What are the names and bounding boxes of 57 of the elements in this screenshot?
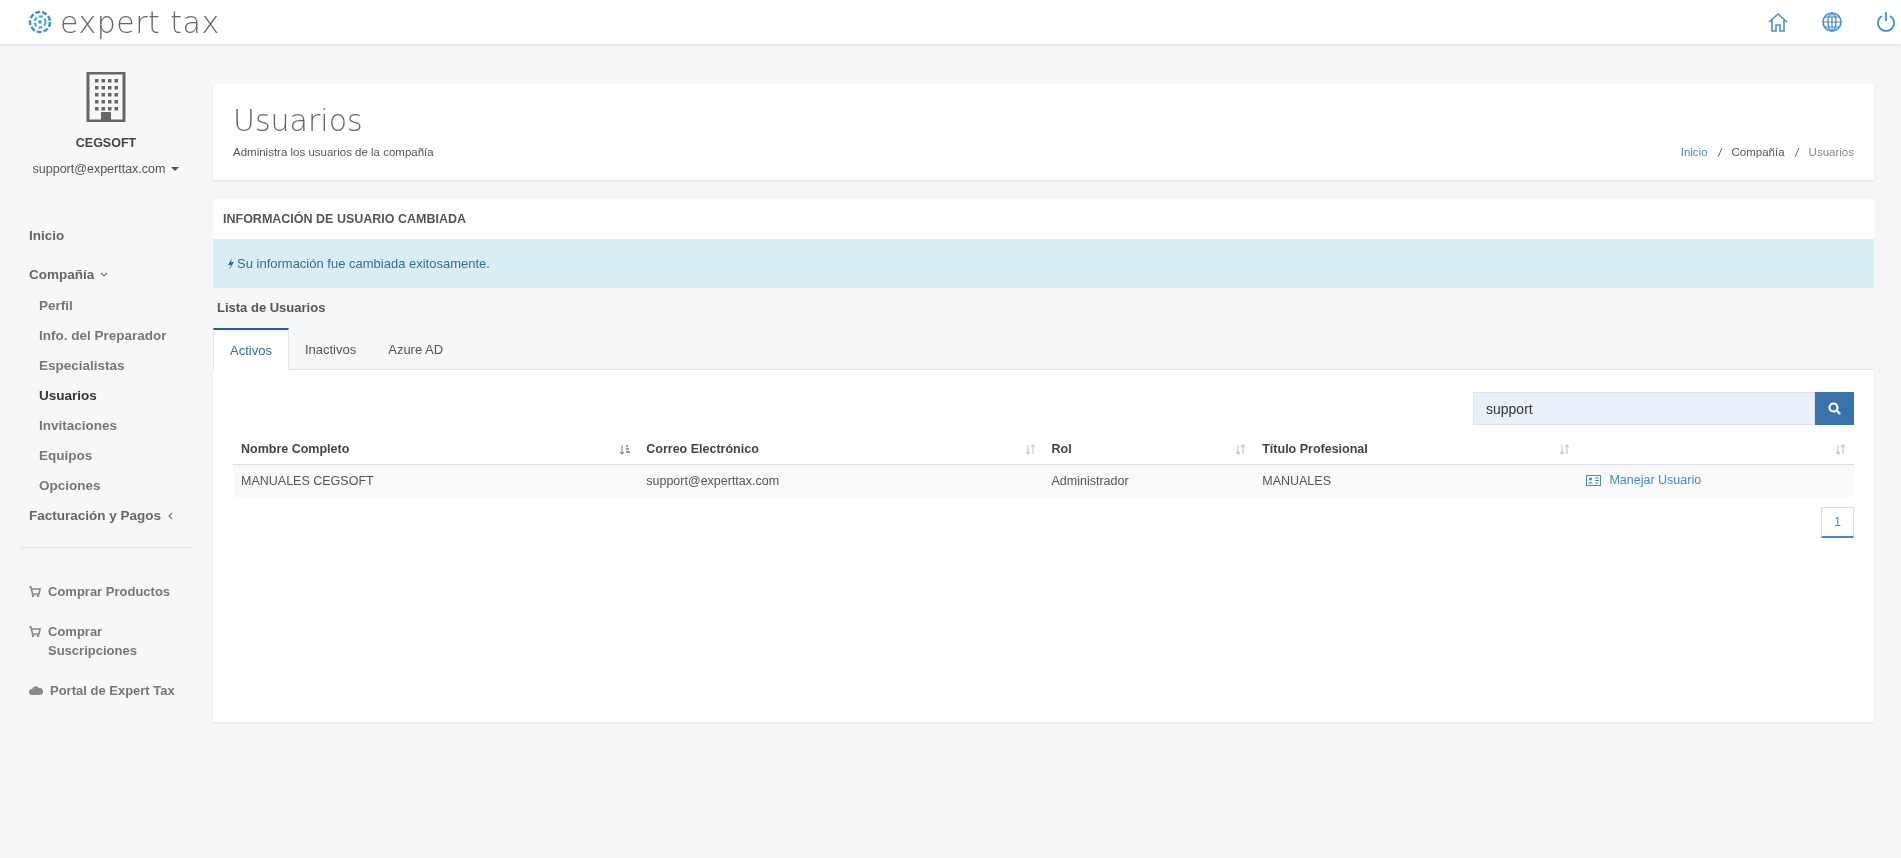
separator-icon (1716, 147, 1723, 157)
tab[interactable]: Activos (213, 328, 289, 370)
nav-item[interactable]: Facturación y Pagos (29, 508, 176, 523)
swirl-logo-icon (28, 10, 52, 34)
search-field[interactable]: support (1473, 392, 1815, 425)
building-icon (86, 72, 126, 122)
power-icon (1875, 11, 1897, 33)
globe-icon (1821, 11, 1843, 33)
search-icon (1828, 402, 1841, 415)
id-card-icon (1586, 474, 1602, 486)
home-button[interactable] (1767, 11, 1789, 33)
power-button[interactable] (1875, 11, 1897, 33)
breadcrumb-item: Usuarios (1808, 146, 1854, 158)
sidebar-link[interactable]: Comprar Suscripciones (29, 622, 179, 660)
page-button[interactable]: 1 (1821, 506, 1854, 538)
nav-item[interactable]: Inicio (29, 228, 65, 243)
company-name: CEGSOFT (75, 136, 137, 150)
column-header[interactable]: Correo Electrónico (646, 442, 759, 456)
tab[interactable]: Azure AD (372, 328, 460, 369)
nav-subitem[interactable]: Especialistas (39, 358, 125, 373)
globe-button[interactable] (1821, 11, 1843, 33)
nav-subitem[interactable]: Perfil (39, 298, 73, 313)
manage-user-link[interactable]: Manejar Usuario (1586, 473, 1702, 487)
column-header[interactable]: Rol (1051, 442, 1072, 456)
nav-subitem[interactable]: Invitaciones (39, 418, 118, 433)
lightning-icon (227, 257, 234, 270)
account-dropdown[interactable]: support@experttax.com (32, 162, 180, 176)
chevron-icon (100, 270, 109, 279)
search-button[interactable] (1815, 392, 1854, 425)
caret-icon (171, 167, 180, 171)
table-cell: MANUALES CEGSOFT (241, 473, 374, 488)
cart-icon (29, 586, 41, 597)
alert-title: INFORMACIÓN DE USUARIO CAMBIADA (213, 199, 1874, 239)
sidebar-link[interactable]: Portal de Expert Tax (29, 681, 179, 700)
nav-subitem[interactable]: Info. del Preparador (39, 328, 167, 343)
breadcrumb-item[interactable]: Compañía (1731, 146, 1785, 158)
nav-subitem[interactable]: Usuarios (39, 388, 97, 403)
breadcrumb-link[interactable]: Inicio (1680, 146, 1708, 158)
cloud-icon (29, 685, 43, 696)
home-icon (1767, 11, 1789, 33)
section-title: Lista de Usuarios (216, 300, 327, 315)
separator-icon (1793, 147, 1800, 157)
alert-message: Su información fue cambiada exitosamente. (213, 239, 1874, 288)
cart-icon (29, 626, 41, 637)
nav-subitem[interactable]: Opciones (39, 478, 101, 493)
table-cell: Administrador (1051, 473, 1129, 488)
table-cell: support@experttax.com (646, 473, 780, 488)
column-header[interactable]: Nombre Completo (241, 442, 350, 456)
sidebar-link[interactable]: Comprar Productos (29, 582, 179, 601)
nav-subitem[interactable]: Equipos (39, 448, 93, 463)
page-title: Usuarios (233, 103, 364, 138)
page-subtitle: Administra los usuarios de la compañía (233, 146, 434, 158)
column-header[interactable]: Título Profesional (1262, 442, 1368, 456)
tab[interactable]: Inactivos (288, 328, 373, 369)
nav-item[interactable]: Compañía (29, 267, 109, 282)
table-cell: MANUALES (1262, 473, 1331, 488)
logo-text: expert tax (60, 4, 220, 40)
